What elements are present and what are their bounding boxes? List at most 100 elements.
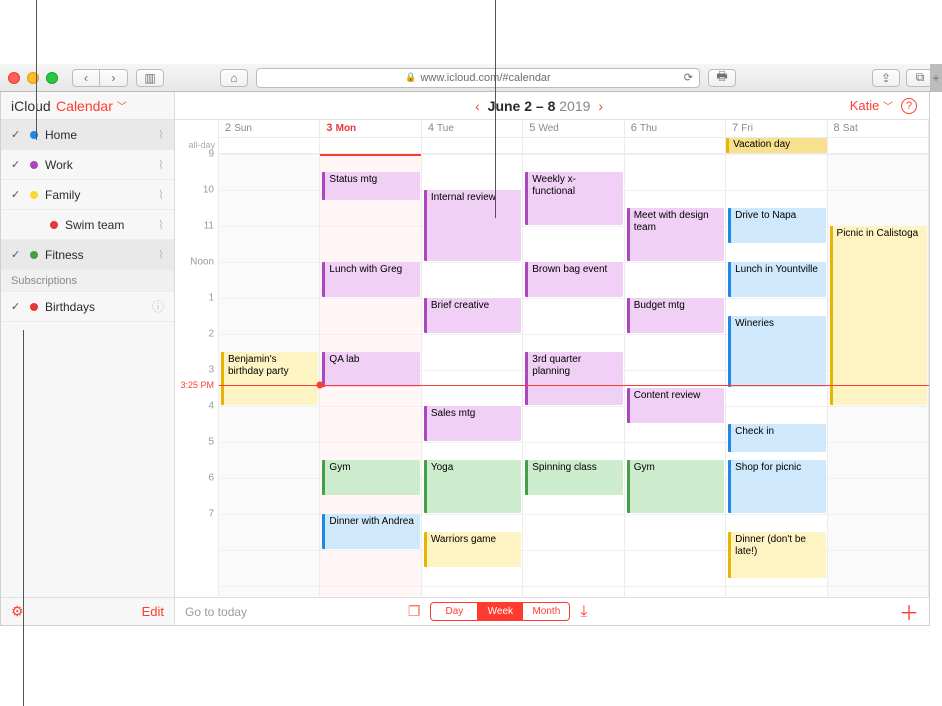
calendar-color-dot [50, 221, 58, 229]
event[interactable]: Content review [627, 388, 724, 423]
event[interactable]: Drive to Napa [728, 208, 825, 243]
reload-icon[interactable]: ⟳ [684, 71, 693, 84]
share-icon[interactable]: ⌇ [158, 128, 164, 142]
window-close[interactable] [8, 72, 20, 84]
gear-icon[interactable]: ⚙ [11, 603, 24, 620]
calendar-label: Fitness [45, 248, 151, 262]
checkbox-icon[interactable]: ✓ [11, 300, 23, 313]
event[interactable]: Picnic in Calistoga [830, 226, 927, 405]
event[interactable]: Gym [627, 460, 724, 513]
day-column[interactable]: Benjamin's birthday party [219, 154, 320, 597]
share-icon[interactable]: ⌇ [158, 248, 164, 262]
go-to-today[interactable]: Go to today [185, 605, 247, 619]
calendar-birthdays[interactable]: ✓Birthdaysⓘ [1, 292, 174, 322]
event[interactable]: Yoga [424, 460, 521, 513]
hour-label: 4 [175, 401, 214, 412]
view-switch: DayWeekMonth [430, 602, 570, 621]
hour-label: Noon [175, 257, 214, 268]
hour-label: 1 [175, 293, 214, 304]
calendar-home[interactable]: ✓Home⌇ [1, 120, 174, 150]
event[interactable]: 3rd quarter planning [525, 352, 622, 405]
window-minimize[interactable] [27, 72, 39, 84]
event[interactable]: Benjamin's birthday party [221, 352, 318, 405]
reader-icon[interactable]: 🖶 [708, 69, 736, 87]
app-switcher[interactable]: iCloud Calendar ﹀ [1, 92, 174, 120]
sidebar-toggle-icon[interactable]: ▥ [136, 69, 164, 87]
event[interactable]: Check in [728, 424, 825, 452]
day-header: 4 Tue [422, 120, 523, 137]
event[interactable]: QA lab [322, 352, 419, 387]
share-icon[interactable]: ⇪ [872, 69, 900, 87]
allday-label: all-day [175, 138, 219, 154]
view-month[interactable]: Month [523, 603, 569, 620]
top-sites-icon[interactable]: ⌂ [220, 69, 248, 87]
event[interactable]: Status mtg [322, 172, 419, 200]
event[interactable]: Brief creative [424, 298, 521, 333]
hour-label: 10 [175, 185, 214, 196]
event[interactable]: Spinning class [525, 460, 622, 495]
checkbox-icon[interactable]: ✓ [11, 248, 23, 261]
day-column[interactable]: Meet with design team Budget mtg Content r… [625, 154, 726, 597]
day-column[interactable]: Status mtg Lunch with Greg QA lab Gym Dinner… [320, 154, 421, 597]
day-column[interactable]: Drive to Napa Lunch in Yountville Wineries… [726, 154, 827, 597]
day-header: 3 Mon [320, 120, 421, 137]
event[interactable]: Brown bag event [525, 262, 622, 297]
help-icon[interactable]: ? [901, 98, 917, 114]
info-icon[interactable]: ⓘ [152, 298, 164, 315]
checkbox-icon[interactable]: ✓ [11, 128, 23, 141]
window-zoom[interactable] [46, 72, 58, 84]
event[interactable]: Internal review [424, 190, 521, 261]
event[interactable]: Gym [322, 460, 419, 495]
download-icon[interactable]: ⤓ [580, 603, 587, 621]
view-day[interactable]: Day [431, 603, 477, 620]
share-icon[interactable]: ⌇ [158, 218, 164, 232]
nav-back[interactable]: ‹ [72, 69, 100, 87]
day-column[interactable]: Internal review Brief creative Sales mtg Yo… [422, 154, 523, 597]
url-text: www.icloud.com/#calendar [420, 72, 550, 84]
day-header: 8 Sat [828, 120, 929, 137]
hour-label: 2 [175, 329, 214, 340]
hour-label: 6 [175, 473, 214, 484]
event[interactable]: Dinner (don't be late!) [728, 532, 825, 578]
hour-label: 11 [175, 221, 214, 232]
add-event-button[interactable]: ＋ [899, 597, 919, 626]
share-calendar-icon[interactable]: ❐ [408, 603, 421, 620]
event[interactable]: Sales mtg [424, 406, 521, 441]
hour-label: 3 [175, 365, 214, 376]
calendar-color-dot [30, 161, 38, 169]
calendar-family[interactable]: ✓ Family ⌇ [1, 180, 174, 210]
checkbox-icon[interactable]: ✓ [11, 158, 23, 171]
calendar-fitness[interactable]: ✓ Fitness ⌇ [1, 240, 174, 270]
edit-button[interactable]: Edit [142, 604, 164, 619]
event[interactable]: Budget mtg [627, 298, 724, 333]
share-icon[interactable]: ⌇ [158, 158, 164, 172]
event[interactable]: Wineries [728, 316, 825, 387]
event[interactable]: Shop for picnic [728, 460, 825, 513]
checkbox-icon[interactable]: ✓ [11, 188, 23, 201]
calendar-color-dot [30, 191, 38, 199]
calendar-color-dot [30, 303, 38, 311]
event[interactable]: Dinner with Andrea [322, 514, 419, 549]
hour-label: 7 [175, 509, 214, 520]
calendar-work[interactable]: ✓Work⌇ [1, 150, 174, 180]
event[interactable]: Meet with design team [627, 208, 724, 261]
event[interactable]: Lunch with Greg [322, 262, 419, 297]
share-icon[interactable]: ⌇ [158, 188, 164, 202]
hour-label: 5 [175, 437, 214, 448]
next-week[interactable]: › [590, 98, 611, 114]
new-tab-button[interactable]: + [930, 64, 942, 92]
event[interactable]: Lunch in Yountville [728, 262, 825, 297]
allday-event[interactable]: Vacation day [726, 138, 826, 153]
calendar-swim-team[interactable]: Swim team⌇ [1, 210, 174, 240]
event[interactable]: Weekly x-functional [525, 172, 622, 225]
day-column[interactable]: Weekly x-functional Brown bag event 3rd qu… [523, 154, 624, 597]
event[interactable]: Warriors game [424, 532, 521, 567]
nav-forward[interactable]: › [100, 69, 128, 87]
prev-week[interactable]: ‹ [467, 98, 488, 114]
view-week[interactable]: Week [477, 603, 523, 620]
account-menu[interactable]: Katie ﹀ [850, 98, 893, 113]
calendar-label: Family [45, 188, 151, 202]
lock-icon: 🔒 [405, 72, 416, 83]
url-bar[interactable]: 🔒 www.icloud.com/#calendar ⟳ [256, 68, 700, 88]
day-column[interactable]: Picnic in Calistoga [828, 154, 929, 597]
